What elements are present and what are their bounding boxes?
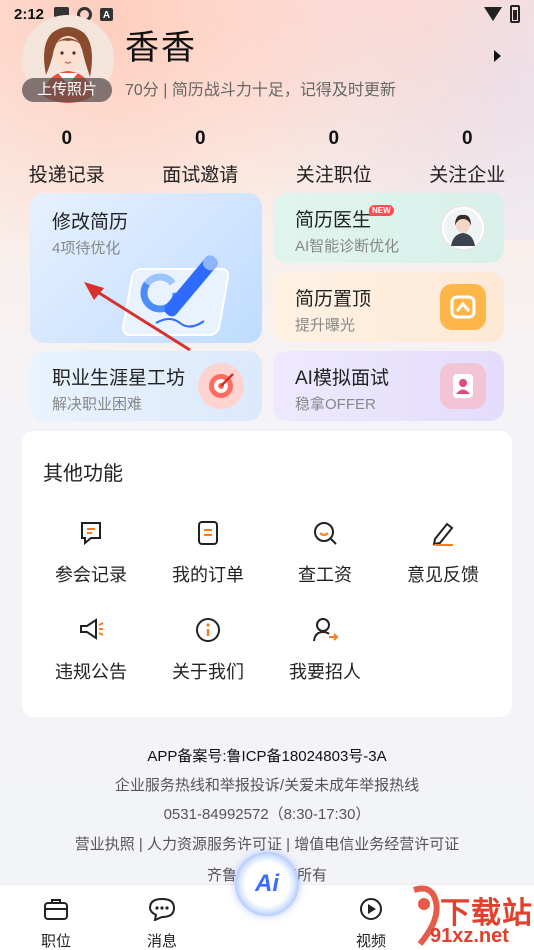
func-meeting-records[interactable]: 参会记录 bbox=[36, 519, 146, 587]
func-label: 意见反馈 bbox=[407, 565, 479, 585]
stat-value: 0 bbox=[461, 128, 473, 149]
func-check-salary[interactable]: 查工资 bbox=[270, 519, 380, 587]
nav-label: 职位 bbox=[40, 933, 71, 950]
resume-doctor-card[interactable]: 简历医生 NEW AI智能诊断优化 bbox=[273, 193, 504, 263]
order-icon bbox=[194, 519, 222, 547]
phone-text[interactable]: 0531-84992572（8:30-17:30） bbox=[0, 803, 534, 824]
func-label: 关于我们 bbox=[172, 662, 244, 682]
ai-label: Ai bbox=[255, 870, 279, 897]
briefcase-icon bbox=[44, 899, 68, 920]
nav-video[interactable]: 视频 bbox=[336, 897, 406, 950]
icp-text: APP备案号:鲁ICP备18024803号-3A bbox=[147, 748, 387, 765]
func-label: 我要招人 bbox=[289, 662, 361, 682]
stats-row: 0 投递记录 0 面试邀请 0 关注职位 0 关注企业 bbox=[0, 128, 534, 187]
card-title: 简历置顶 bbox=[295, 289, 372, 310]
card-subtitle: 提升曝光 bbox=[295, 317, 356, 334]
func-label: 查工资 bbox=[298, 565, 352, 585]
resume-score-text: 70分 | 简历战斗力十足，记得及时更新 bbox=[125, 82, 396, 99]
new-badge: NEW bbox=[369, 205, 394, 216]
ai-interview-icon bbox=[440, 363, 486, 409]
chevron-right-icon[interactable] bbox=[494, 50, 501, 62]
nav-jobs[interactable]: 职位 bbox=[21, 897, 91, 950]
card-title: 职业生涯星工坊 bbox=[52, 368, 186, 389]
func-label: 我的订单 bbox=[172, 565, 244, 585]
stat-value: 0 bbox=[61, 128, 73, 149]
nav-messages[interactable]: 消息 bbox=[127, 897, 197, 950]
doctor-avatar-icon bbox=[440, 205, 486, 251]
message-icon bbox=[148, 897, 176, 922]
megaphone-icon bbox=[77, 616, 105, 644]
section-title: 其他功能 bbox=[43, 463, 123, 485]
user-name: 香香 bbox=[125, 29, 197, 67]
resume-top-card[interactable]: 简历置顶 提升曝光 bbox=[273, 272, 504, 342]
func-violation-notice[interactable]: 违规公告 bbox=[36, 616, 146, 684]
func-label: 违规公告 bbox=[55, 662, 127, 682]
nav-label: 视频 bbox=[355, 933, 386, 950]
func-label: 参会记录 bbox=[55, 565, 127, 585]
stat-label: 关注企业 bbox=[429, 165, 506, 186]
stat-followed-jobs[interactable]: 0 关注职位 bbox=[267, 128, 401, 187]
wifi-icon bbox=[484, 7, 502, 21]
video-icon bbox=[360, 898, 382, 920]
target-icon bbox=[198, 363, 244, 409]
card-title: AI模拟面试 bbox=[295, 368, 389, 389]
info-icon bbox=[194, 616, 222, 644]
stat-label: 关注职位 bbox=[295, 165, 372, 186]
stat-followed-companies[interactable]: 0 关注企业 bbox=[401, 128, 534, 187]
stat-label: 面试邀请 bbox=[162, 165, 239, 186]
career-workshop-card[interactable]: 职业生涯星工坊 解决职业困难 bbox=[30, 351, 262, 421]
watermark-url: 91xz.net bbox=[430, 925, 509, 947]
card-subtitle: 4项待优化 bbox=[52, 240, 121, 257]
stat-value: 0 bbox=[194, 128, 206, 149]
card-title: 简历医生 bbox=[295, 210, 372, 231]
annotation-arrow-icon bbox=[84, 282, 191, 352]
other-functions-panel: 其他功能 参会记录 我的订单 查工资 意见反馈 违规公告 关于我们 我要招人 bbox=[22, 431, 512, 717]
pin-top-icon bbox=[440, 284, 486, 330]
recruit-icon bbox=[311, 616, 339, 644]
search-salary-icon bbox=[311, 519, 339, 547]
func-my-orders[interactable]: 我的订单 bbox=[153, 519, 263, 587]
nav-label: 消息 bbox=[146, 933, 177, 950]
stat-applications[interactable]: 0 投递记录 bbox=[0, 128, 134, 187]
pencil-icon bbox=[429, 519, 457, 547]
stat-interviews[interactable]: 0 面试邀请 bbox=[134, 128, 268, 187]
licenses-links[interactable]: 营业执照 | 人力资源服务许可证 | 增值电信业务经营许可证 bbox=[0, 833, 534, 854]
upload-photo-button[interactable]: 上传照片 bbox=[22, 78, 112, 102]
card-title: 修改简历 bbox=[52, 212, 129, 233]
card-subtitle: 稳拿OFFER bbox=[295, 396, 376, 413]
stat-value: 0 bbox=[328, 128, 340, 149]
status-system-icons bbox=[484, 5, 520, 23]
func-feedback[interactable]: 意见反馈 bbox=[388, 519, 498, 587]
func-about-us[interactable]: 关于我们 bbox=[153, 616, 263, 684]
chat-icon bbox=[77, 519, 105, 547]
ai-interview-card[interactable]: AI模拟面试 稳拿OFFER bbox=[273, 351, 504, 421]
card-subtitle: AI智能诊断优化 bbox=[295, 238, 400, 255]
stat-label: 投递记录 bbox=[28, 165, 105, 186]
hotline-text: 企业服务热线和举报投诉/关爱未成年举报热线 bbox=[114, 777, 420, 794]
card-subtitle: 解决职业困难 bbox=[52, 396, 143, 413]
battery-icon bbox=[510, 5, 520, 23]
nav-ai-button[interactable]: Ai bbox=[235, 852, 299, 916]
func-recruit[interactable]: 我要招人 bbox=[270, 616, 380, 684]
